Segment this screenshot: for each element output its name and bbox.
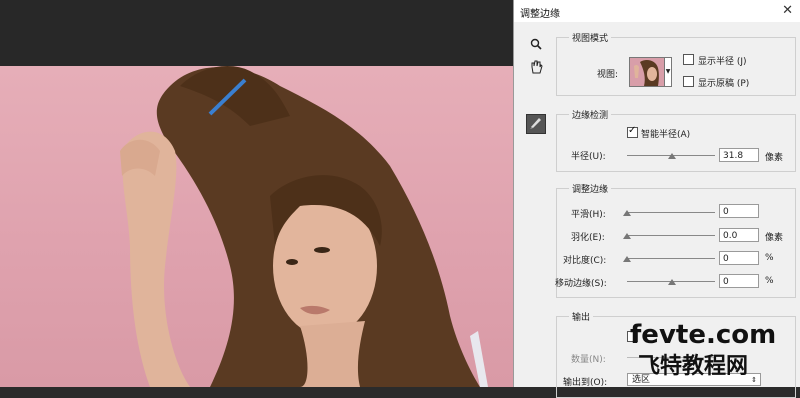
radius-unit: 像素: [765, 153, 784, 163]
contrast-slider-track[interactable]: [627, 258, 715, 259]
radius-label: 半径(U):: [571, 152, 606, 162]
brush-icon: [530, 118, 541, 129]
feather-slider-thumb[interactable]: [623, 233, 631, 239]
edge-detection-group: 边缘检测 智能半径(A) 半径(U): 31.8 像素: [556, 108, 796, 172]
document-canvas[interactable]: [0, 66, 513, 387]
view-thumbnail-image: [634, 60, 659, 86]
smooth-slider-thumb[interactable]: [623, 210, 631, 216]
magnifier-icon: [530, 38, 542, 50]
select-arrows-icon: ⇕: [751, 376, 757, 384]
shift-edge-label: 移动边缘(S):: [555, 279, 607, 289]
feather-label: 羽化(E):: [571, 233, 605, 243]
dialog-title: 调整边缘: [520, 9, 560, 20]
smooth-slider-track[interactable]: [627, 212, 715, 213]
edge-detection-legend: 边缘检测: [569, 108, 612, 121]
amount-label: 数量(N):: [571, 355, 606, 365]
contrast-slider-thumb[interactable]: [623, 256, 631, 262]
watermark-domain: fevte.com: [630, 320, 777, 350]
smooth-label: 平滑(H):: [571, 210, 606, 220]
show-radius-label: 显示半径 (J): [698, 57, 747, 67]
contrast-input[interactable]: 0: [719, 251, 759, 265]
zoom-tool-icon[interactable]: [528, 38, 544, 54]
contrast-unit: %: [765, 253, 774, 263]
adjust-edge-legend: 调整边缘: [569, 182, 612, 195]
watermark-site-name: 飞特教程网: [638, 354, 749, 379]
output-legend: 输出: [569, 310, 594, 323]
view-thumbnail[interactable]: [629, 57, 665, 87]
smart-radius-label: 智能半径(A): [641, 130, 691, 140]
smart-radius-checkbox[interactable]: [627, 125, 638, 138]
radius-input[interactable]: 31.8: [719, 148, 759, 162]
view-mode-group: 视图模式 视图: ▼ 显示半径 (J) 显示原稿 (P): [556, 31, 796, 96]
adjust-edge-group: 调整边缘 平滑(H): 0 羽化(E): 0.0 像素 对比度(C): 0 % …: [555, 182, 796, 298]
dialog-titlebar: 调整边缘 ✕: [514, 0, 800, 22]
view-label: 视图:: [597, 70, 619, 80]
output-to-label: 输出到(O):: [563, 378, 608, 388]
radius-slider-thumb[interactable]: [668, 153, 676, 159]
feather-input[interactable]: 0.0: [719, 228, 759, 242]
view-mode-legend: 视图模式: [569, 31, 612, 44]
feather-unit: 像素: [765, 233, 784, 243]
refine-brush-tool-icon[interactable]: [526, 114, 546, 134]
hand-icon: [531, 60, 543, 74]
show-original-checkbox[interactable]: [683, 76, 694, 87]
shift-edge-input[interactable]: 0: [719, 274, 759, 288]
canvas-top-bar: [0, 0, 513, 66]
hand-tool-icon[interactable]: [528, 60, 544, 76]
shift-edge-unit: %: [765, 276, 774, 286]
show-original-label: 显示原稿 (P): [698, 79, 750, 89]
show-radius-checkbox[interactable]: [683, 54, 694, 65]
contrast-label: 对比度(C):: [563, 256, 607, 266]
shift-edge-slider-thumb[interactable]: [668, 279, 676, 285]
watermark: fevte.com 飞特教程网: [630, 320, 777, 379]
smooth-input[interactable]: 0: [719, 204, 759, 218]
feather-slider-track[interactable]: [627, 235, 715, 236]
photo-woman-hair: [120, 66, 488, 387]
view-dropdown-button[interactable]: ▼: [664, 57, 672, 87]
close-icon[interactable]: ✕: [782, 3, 793, 18]
